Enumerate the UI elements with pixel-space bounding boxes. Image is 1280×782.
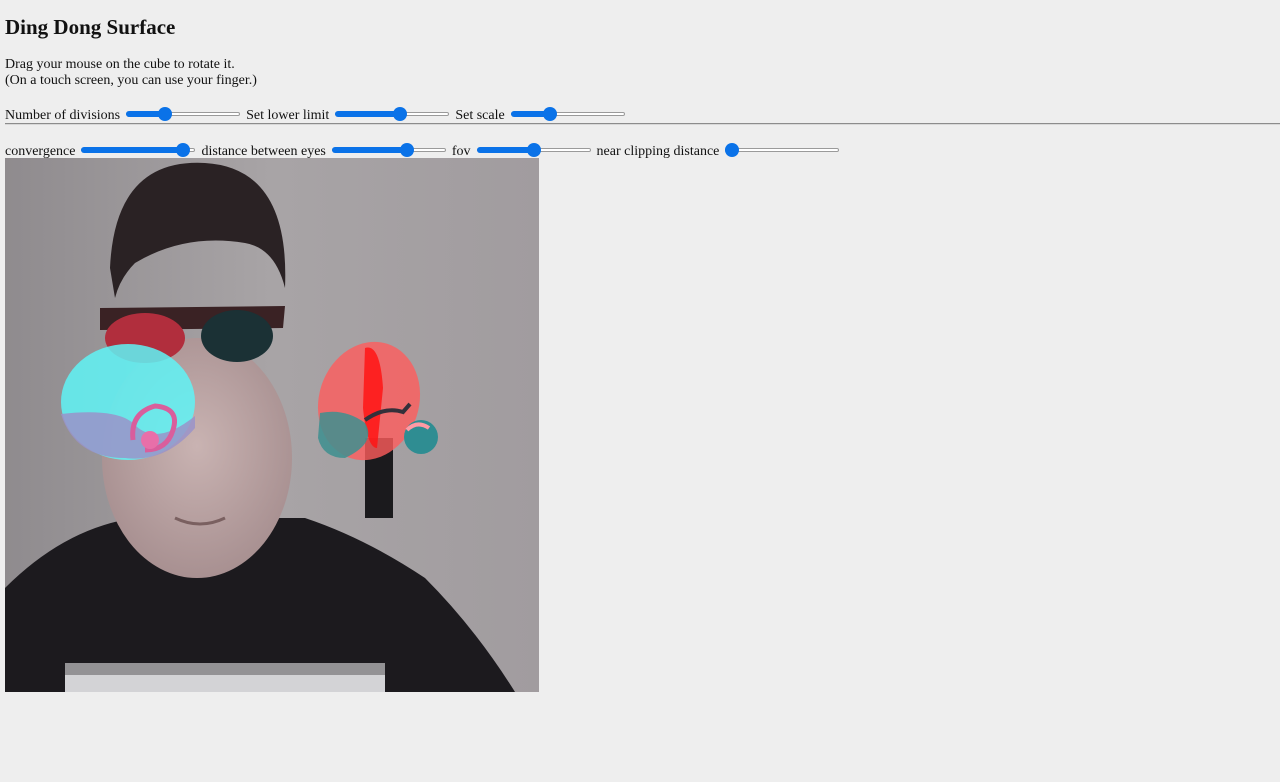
instructions: Drag your mouse on the cube to rotate it… <box>5 57 257 89</box>
instructions-line-1: Drag your mouse on the cube to rotate it… <box>5 57 235 72</box>
eye-distance-slider[interactable] <box>331 142 446 158</box>
lower-limit-slider[interactable] <box>335 106 450 122</box>
anaglyph-scene <box>5 158 539 692</box>
near-clipping-slider[interactable] <box>725 142 840 158</box>
slider-fill <box>335 111 401 117</box>
slider-thumb[interactable] <box>158 107 173 121</box>
slider-fill <box>331 147 407 153</box>
stereo-controls: convergence distance between eyes fov ne… <box>5 140 845 160</box>
slider-thumb[interactable] <box>399 143 414 157</box>
instructions-line-2: (On a touch screen, you can use your fin… <box>5 73 257 88</box>
slider-thumb[interactable] <box>725 143 740 157</box>
slider-fill <box>476 147 534 153</box>
shirt-print-shadow <box>65 663 385 675</box>
surface-controls: Number of divisions Set lower limit Set … <box>5 104 631 124</box>
slider-thumb[interactable] <box>393 107 408 121</box>
webgl-canvas[interactable] <box>5 158 539 692</box>
divider <box>5 123 1280 125</box>
slider-track <box>725 148 840 152</box>
near-clipping-label: near clipping distance <box>596 144 720 159</box>
surface-node <box>141 431 159 449</box>
slider-fill <box>81 147 184 153</box>
cyan-lens <box>201 310 273 362</box>
slider-thumb[interactable] <box>542 107 557 121</box>
divisions-slider[interactable] <box>126 106 241 122</box>
scale-slider[interactable] <box>510 106 625 122</box>
page-title: Ding Dong Surface <box>5 15 176 39</box>
fov-slider[interactable] <box>476 142 591 158</box>
slider-thumb[interactable] <box>176 143 191 157</box>
slider-thumb[interactable] <box>526 143 541 157</box>
convergence-slider[interactable] <box>81 142 196 158</box>
